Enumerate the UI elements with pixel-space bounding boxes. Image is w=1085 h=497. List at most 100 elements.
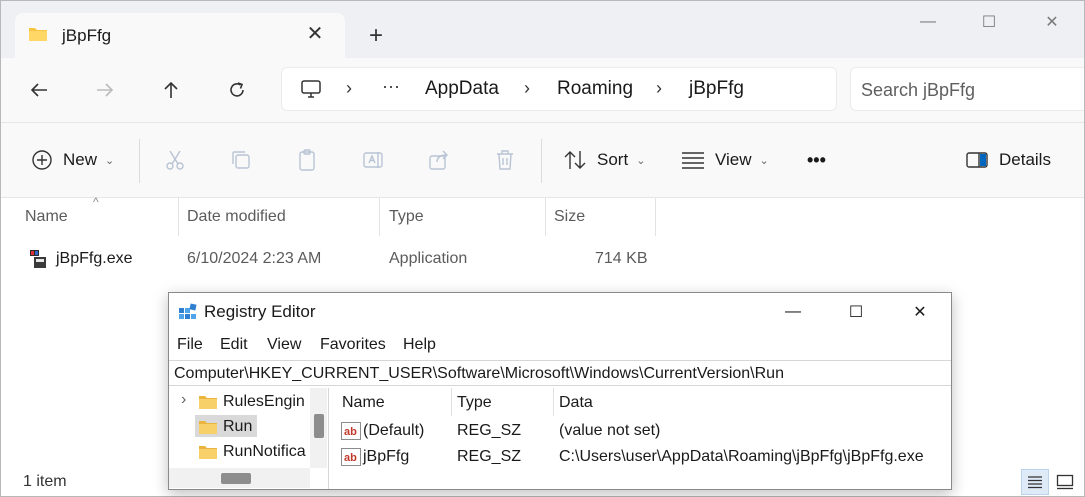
clipboard-icon bbox=[299, 149, 315, 171]
breadcrumb-roaming[interactable]: Roaming bbox=[557, 78, 633, 100]
view-button[interactable]: View ⌄ bbox=[681, 145, 769, 175]
value-row[interactable]: ab jBpFfg REG_SZ C:\Users\user\AppData\R… bbox=[334, 445, 949, 469]
value-row[interactable]: ab (Default) REG_SZ (value not set) bbox=[334, 419, 949, 443]
column-divider[interactable] bbox=[178, 198, 179, 236]
share-button[interactable] bbox=[427, 145, 451, 175]
value-data: (value not set) bbox=[559, 422, 661, 439]
value-name: jBpFfg bbox=[363, 448, 410, 465]
paste-button[interactable] bbox=[295, 145, 319, 175]
details-pane-button[interactable]: Details bbox=[965, 145, 1051, 175]
values-header-name[interactable]: Name bbox=[342, 394, 385, 412]
tree-vertical-scrollbar[interactable] bbox=[310, 388, 327, 468]
breadcrumb-jbpffg[interactable]: jBpFfg bbox=[689, 78, 744, 100]
column-header-date-modified[interactable]: Date modified bbox=[187, 208, 286, 226]
tab-close-icon[interactable]: ✕ bbox=[305, 23, 325, 45]
scissors-icon bbox=[166, 150, 184, 170]
tiles-view-button[interactable] bbox=[1051, 469, 1079, 495]
menu-favorites[interactable]: Favorites bbox=[320, 336, 386, 354]
breadcrumb-chevron-icon[interactable]: › bbox=[656, 78, 662, 99]
file-date-modified: 6/10/2024 2:23 AM bbox=[187, 250, 322, 267]
svg-text:ab: ab bbox=[344, 426, 357, 438]
values-header-data[interactable]: Data bbox=[559, 394, 593, 412]
trash-icon bbox=[497, 150, 513, 170]
file-name: jBpFfg.exe bbox=[56, 250, 133, 267]
new-tab-button[interactable]: + bbox=[363, 23, 389, 49]
menu-view[interactable]: View bbox=[267, 336, 301, 354]
menu-file[interactable]: File bbox=[177, 336, 203, 354]
sort-icon bbox=[564, 151, 586, 169]
menu-help[interactable]: Help bbox=[403, 336, 436, 354]
value-type: REG_SZ bbox=[457, 448, 522, 465]
registry-editor-window: Registry Editor — ☐ ✕ File Edit View Fav… bbox=[168, 292, 952, 490]
breadcrumb-overflow-button[interactable]: ··· bbox=[382, 76, 400, 97]
column-header-type[interactable]: Type bbox=[389, 208, 424, 226]
back-button[interactable] bbox=[23, 74, 55, 106]
close-button[interactable]: ✕ bbox=[1029, 9, 1075, 35]
tree-item-run[interactable]: Run bbox=[195, 415, 257, 437]
rename-button[interactable] bbox=[361, 145, 385, 175]
column-divider[interactable] bbox=[451, 388, 452, 416]
new-button[interactable]: New ⌄ bbox=[31, 145, 114, 175]
copy-button[interactable] bbox=[229, 145, 253, 175]
svg-text:ab: ab bbox=[344, 452, 357, 464]
delete-button[interactable] bbox=[493, 145, 517, 175]
column-header-size[interactable]: Size bbox=[554, 208, 585, 226]
values-header-type[interactable]: Type bbox=[457, 394, 492, 412]
arrow-up-icon bbox=[164, 81, 178, 98]
column-header-name[interactable]: Name bbox=[25, 208, 68, 226]
menu-edit[interactable]: Edit bbox=[220, 336, 248, 354]
string-value-icon: ab bbox=[341, 422, 361, 440]
string-value-icon: ab bbox=[341, 448, 361, 466]
tab-title: jBpFfg bbox=[62, 26, 112, 45]
cut-button[interactable] bbox=[163, 145, 187, 175]
share-icon bbox=[429, 150, 448, 170]
sort-button[interactable]: Sort ⌄ bbox=[563, 145, 645, 175]
scrollbar-thumb[interactable] bbox=[221, 473, 251, 484]
breadcrumb-appdata[interactable]: AppData bbox=[425, 78, 499, 100]
search-input[interactable] bbox=[861, 78, 1081, 102]
maximize-button[interactable]: ☐ bbox=[966, 9, 1012, 35]
scrollbar-thumb[interactable] bbox=[314, 414, 324, 438]
column-divider[interactable] bbox=[655, 198, 656, 236]
arrow-right-icon bbox=[97, 83, 114, 97]
column-headers: ^ Name Date modified Type Size bbox=[1, 195, 1084, 236]
column-divider[interactable] bbox=[379, 198, 380, 236]
breadcrumb-chevron-icon[interactable]: › bbox=[346, 78, 352, 99]
navigation-bar: › ··· AppData › Roaming › jBpFfg bbox=[1, 58, 1084, 122]
copy-icon bbox=[232, 151, 250, 169]
tree-item-rulesengine[interactable]: › RulesEngin bbox=[169, 390, 310, 412]
chevron-right-icon[interactable]: › bbox=[181, 391, 186, 409]
minimize-button[interactable]: — bbox=[905, 9, 951, 35]
registry-title: Registry Editor bbox=[204, 302, 316, 321]
tree-item-runnotification[interactable]: RunNotifica bbox=[169, 440, 310, 462]
registry-address-input[interactable] bbox=[174, 364, 944, 384]
registry-address-bar[interactable] bbox=[169, 360, 951, 386]
view-list-icon bbox=[682, 152, 704, 169]
tab-jbpffg[interactable]: jBpFfg ✕ bbox=[15, 13, 345, 59]
column-divider[interactable] bbox=[553, 388, 554, 416]
regedit-maximize-button[interactable]: ☐ bbox=[836, 299, 876, 325]
details-view-icon bbox=[1028, 476, 1042, 489]
tree-horizontal-scrollbar[interactable] bbox=[169, 468, 310, 488]
search-box[interactable] bbox=[850, 67, 1084, 111]
refresh-button[interactable] bbox=[221, 74, 253, 106]
regedit-close-button[interactable]: ✕ bbox=[900, 299, 940, 325]
address-bar[interactable]: › ··· AppData › Roaming › jBpFfg bbox=[281, 67, 837, 111]
computer-icon bbox=[301, 80, 321, 98]
new-label: New bbox=[63, 150, 98, 169]
file-type: Application bbox=[389, 250, 468, 267]
registry-menu-bar: File Edit View Favorites Help bbox=[169, 331, 951, 359]
breadcrumb-chevron-icon[interactable]: › bbox=[524, 78, 530, 99]
forward-button[interactable] bbox=[89, 74, 121, 106]
chevron-down-icon: ⌄ bbox=[636, 154, 646, 167]
column-divider[interactable] bbox=[545, 198, 546, 236]
details-label: Details bbox=[999, 150, 1051, 169]
tree-label: RunNotifica bbox=[223, 443, 306, 460]
more-options-button[interactable]: ••• bbox=[807, 145, 826, 175]
file-row[interactable]: jBpFfg.exe 6/10/2024 2:23 AM Application… bbox=[1, 246, 661, 274]
divider bbox=[541, 139, 542, 183]
tiles-view-icon bbox=[1056, 474, 1074, 490]
up-button[interactable] bbox=[155, 74, 187, 106]
regedit-minimize-button[interactable]: — bbox=[773, 299, 813, 325]
details-view-button[interactable] bbox=[1021, 469, 1049, 495]
